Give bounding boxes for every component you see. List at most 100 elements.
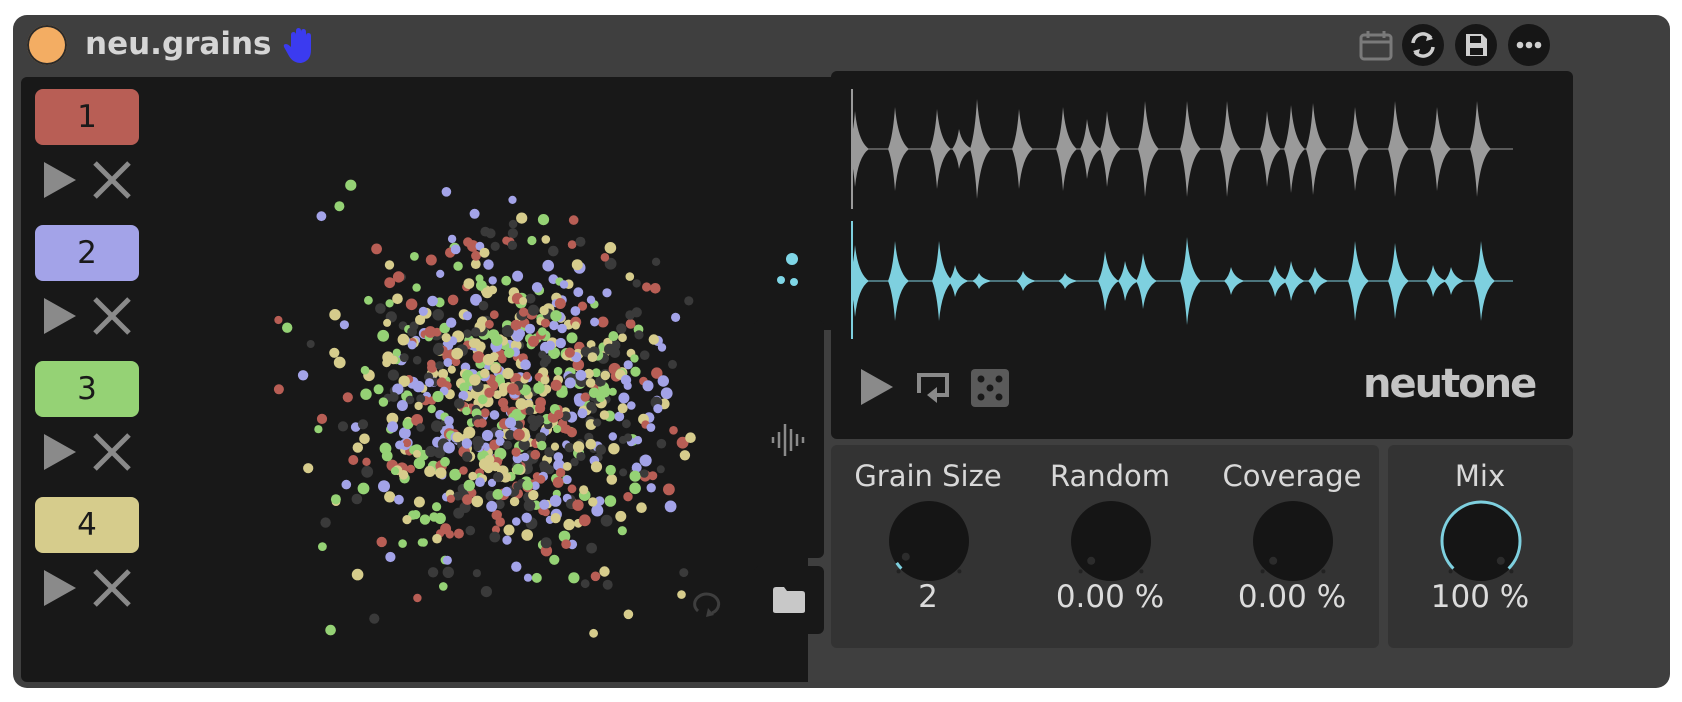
slot-play-icon[interactable] <box>41 567 79 609</box>
grain-point <box>563 518 575 531</box>
grain-point <box>553 366 563 376</box>
grain-size-knob[interactable] <box>883 495 975 587</box>
grain-point <box>578 514 591 527</box>
grain-point <box>424 465 436 477</box>
more-button[interactable] <box>1508 24 1550 66</box>
grain-point <box>559 280 569 289</box>
grain-point <box>411 510 421 520</box>
grain-point <box>657 375 669 387</box>
grain-point <box>562 462 572 471</box>
coverage-knob[interactable] <box>1247 495 1339 587</box>
grain-point <box>608 443 620 455</box>
grain-point <box>472 351 485 364</box>
sync-button[interactable] <box>1402 24 1444 66</box>
grain-point <box>550 513 561 524</box>
slot-play-icon[interactable] <box>41 159 79 201</box>
grain-point <box>333 356 346 369</box>
grain-point <box>557 323 567 334</box>
grain-point <box>545 340 556 351</box>
grain-point <box>362 457 371 466</box>
grain-point <box>330 494 341 505</box>
dice-icon[interactable] <box>969 367 1011 409</box>
slot-2-button[interactable]: 2 <box>35 225 139 281</box>
slot-1-button[interactable]: 1 <box>35 89 139 145</box>
grain-point <box>462 494 473 505</box>
grain-point <box>538 350 547 359</box>
top-wave-transient <box>1080 119 1101 179</box>
grain-point <box>533 382 545 394</box>
slot-clear-icon[interactable] <box>91 431 133 473</box>
bottom-wave-transient <box>1388 243 1409 319</box>
grain-point <box>440 456 450 467</box>
device-power-orb[interactable] <box>27 25 67 65</box>
grain-point <box>524 323 536 334</box>
waveform-display[interactable] <box>851 89 1551 339</box>
grain-point <box>446 317 457 328</box>
grain-point <box>425 378 434 388</box>
grain-point <box>425 445 437 458</box>
grain-point <box>602 288 612 298</box>
mix-knob[interactable] <box>1435 495 1527 587</box>
grain-point <box>273 384 284 395</box>
grain-point <box>619 468 628 477</box>
grain-point <box>599 410 610 420</box>
top-wave-transient <box>1306 103 1327 195</box>
grain-point <box>590 571 601 582</box>
slot-clear-icon[interactable] <box>91 159 133 201</box>
grain-point <box>629 482 641 495</box>
grain-point <box>566 332 578 344</box>
slot-play-icon[interactable] <box>41 295 79 337</box>
grain-point <box>564 377 576 389</box>
grain-point <box>509 496 520 507</box>
grain-point <box>527 235 537 246</box>
grain-point <box>375 303 386 314</box>
grain-point <box>528 335 539 347</box>
grain-point <box>503 440 513 450</box>
grain-point <box>538 327 547 336</box>
grain-point <box>564 347 575 358</box>
grain-scatter-plot[interactable] <box>201 107 801 667</box>
grain-point <box>389 355 398 365</box>
grain-point <box>642 282 652 292</box>
grain-point <box>484 387 495 398</box>
grain-point <box>442 566 454 578</box>
grain-point <box>549 495 562 507</box>
reset-view-icon[interactable] <box>686 587 726 621</box>
grain-point <box>572 441 585 453</box>
grain-point <box>539 460 550 471</box>
save-button[interactable] <box>1455 24 1497 66</box>
top-wave-transient <box>970 99 991 199</box>
grain-point <box>489 410 500 420</box>
slot-3-button[interactable]: 3 <box>35 361 139 417</box>
loop-icon[interactable] <box>911 367 955 411</box>
slot-play-icon[interactable] <box>41 431 79 473</box>
grain-point <box>396 400 408 411</box>
play-icon[interactable] <box>857 365 897 409</box>
grain-point <box>684 296 694 306</box>
random-knob[interactable] <box>1065 495 1157 587</box>
slot-4-button[interactable]: 4 <box>35 497 139 553</box>
grain-point <box>513 428 525 441</box>
grain-point <box>586 401 596 411</box>
grain-point <box>575 236 586 247</box>
grain-point <box>616 323 627 334</box>
grain-point <box>596 393 605 403</box>
slot-clear-icon[interactable] <box>91 567 133 609</box>
top-wave-playhead <box>851 89 853 209</box>
grain-point <box>493 471 504 483</box>
calendar-icon[interactable] <box>1358 29 1394 63</box>
grain-point <box>441 333 451 343</box>
grain-point <box>519 307 529 317</box>
open-folder-button[interactable] <box>754 566 824 634</box>
grain-point <box>525 293 536 304</box>
grain-point <box>384 260 395 270</box>
sample-tab-button[interactable] <box>754 320 824 558</box>
grain-point <box>512 463 524 475</box>
grain-point <box>608 432 617 441</box>
grain-point <box>398 470 409 480</box>
grain-point <box>479 247 490 258</box>
grain-point <box>463 278 475 289</box>
slot-clear-icon[interactable] <box>91 295 133 337</box>
top-wave-transient <box>1260 111 1281 187</box>
grain-point <box>471 495 484 508</box>
